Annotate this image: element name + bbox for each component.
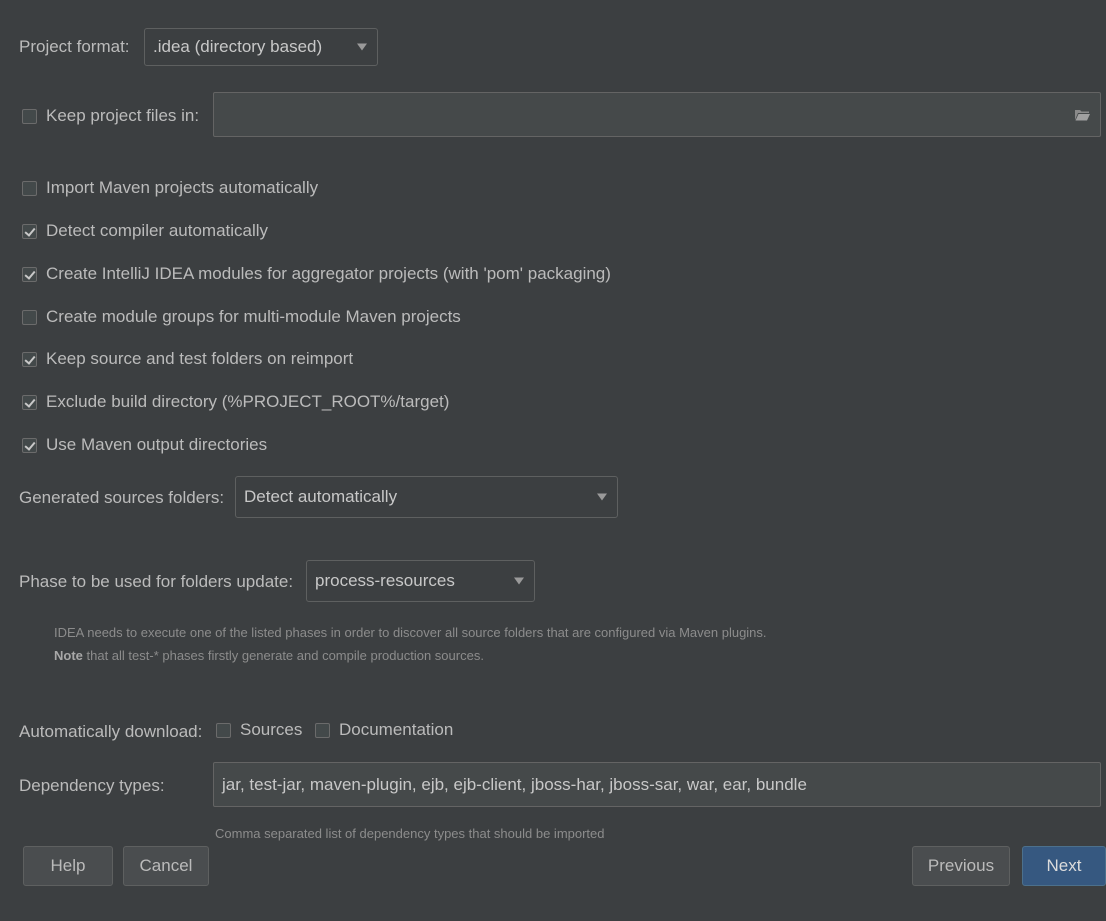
- sources-checkbox[interactable]: [216, 722, 231, 738]
- chevron-down-icon: [357, 43, 367, 51]
- option-label: Import Maven projects automatically: [46, 178, 319, 197]
- option-create-module-groups[interactable]: Create module groups for multi-module Ma…: [22, 306, 461, 328]
- next-button[interactable]: Next: [1022, 846, 1106, 886]
- phase-hint-note: Note: [54, 648, 83, 663]
- phase-hint-line1: IDEA needs to execute one of the listed …: [54, 625, 767, 640]
- sources-label: Sources: [240, 720, 303, 739]
- documentation-checkbox[interactable]: [315, 722, 330, 738]
- documentation-label: Documentation: [339, 720, 454, 739]
- option-label: Create module groups for multi-module Ma…: [46, 307, 461, 326]
- auto-download-documentation[interactable]: Documentation: [315, 720, 453, 740]
- option-checkbox[interactable]: [22, 437, 37, 453]
- option-checkbox[interactable]: [22, 309, 37, 325]
- cancel-button[interactable]: Cancel: [123, 846, 209, 886]
- dependency-types-field[interactable]: jar, test-jar, maven-plugin, ejb, ejb-cl…: [213, 762, 1101, 807]
- option-keep-source-test-folders[interactable]: Keep source and test folders on reimport: [22, 348, 353, 370]
- chevron-down-icon: [514, 577, 524, 585]
- generated-sources-label: Generated sources folders:: [19, 488, 225, 507]
- folder-icon[interactable]: [1075, 109, 1090, 121]
- phase-dropdown[interactable]: process-resources: [306, 560, 535, 602]
- project-format-label: Project format:: [19, 37, 130, 56]
- option-label: Detect compiler automatically: [46, 221, 269, 240]
- generated-sources-dropdown[interactable]: Detect automatically: [235, 476, 618, 518]
- phase-label: Phase to be used for folders update:: [19, 572, 294, 591]
- option-create-aggregator-modules[interactable]: Create IntelliJ IDEA modules for aggrega…: [22, 263, 611, 285]
- generated-sources-value: Detect automatically: [244, 487, 398, 506]
- option-checkbox[interactable]: [22, 180, 37, 196]
- option-exclude-build-directory[interactable]: Exclude build directory (%PROJECT_ROOT%/…: [22, 391, 449, 413]
- option-label: Use Maven output directories: [46, 435, 268, 454]
- keep-project-files-path-field[interactable]: [213, 92, 1101, 137]
- phase-hint-line2: Note that all test-* phases firstly gene…: [54, 648, 484, 663]
- option-checkbox[interactable]: [22, 351, 37, 367]
- chevron-down-icon: [597, 493, 607, 501]
- dependency-types-label: Dependency types:: [19, 776, 165, 795]
- option-label: Exclude build directory (%PROJECT_ROOT%/…: [46, 392, 450, 411]
- help-button[interactable]: Help: [23, 846, 113, 886]
- keep-project-files-label: Keep project files in:: [46, 106, 200, 125]
- option-import-maven-auto[interactable]: Import Maven projects automatically: [22, 177, 318, 199]
- option-detect-compiler[interactable]: Detect compiler automatically: [22, 220, 268, 242]
- dependency-types-hint: Comma separated list of dependency types…: [215, 826, 605, 841]
- auto-download-sources[interactable]: Sources: [216, 720, 302, 740]
- project-format-value: .idea (directory based): [153, 37, 323, 56]
- option-label: Create IntelliJ IDEA modules for aggrega…: [46, 264, 611, 283]
- keep-project-files-checkbox[interactable]: [22, 108, 37, 124]
- option-checkbox[interactable]: [22, 223, 37, 239]
- option-use-maven-output-dirs[interactable]: Use Maven output directories: [22, 434, 267, 456]
- phase-value: process-resources: [315, 571, 455, 590]
- previous-button[interactable]: Previous: [912, 846, 1010, 886]
- option-checkbox[interactable]: [22, 394, 37, 410]
- dependency-types-value: jar, test-jar, maven-plugin, ejb, ejb-cl…: [222, 774, 807, 794]
- auto-download-label: Automatically download:: [19, 722, 203, 741]
- project-format-dropdown[interactable]: .idea (directory based): [144, 28, 378, 66]
- keep-project-files-row: Keep project files in:: [22, 105, 199, 127]
- option-checkbox[interactable]: [22, 266, 37, 282]
- option-label: Keep source and test folders on reimport: [46, 349, 354, 368]
- phase-hint-rest: that all test-* phases firstly generate …: [82, 648, 484, 663]
